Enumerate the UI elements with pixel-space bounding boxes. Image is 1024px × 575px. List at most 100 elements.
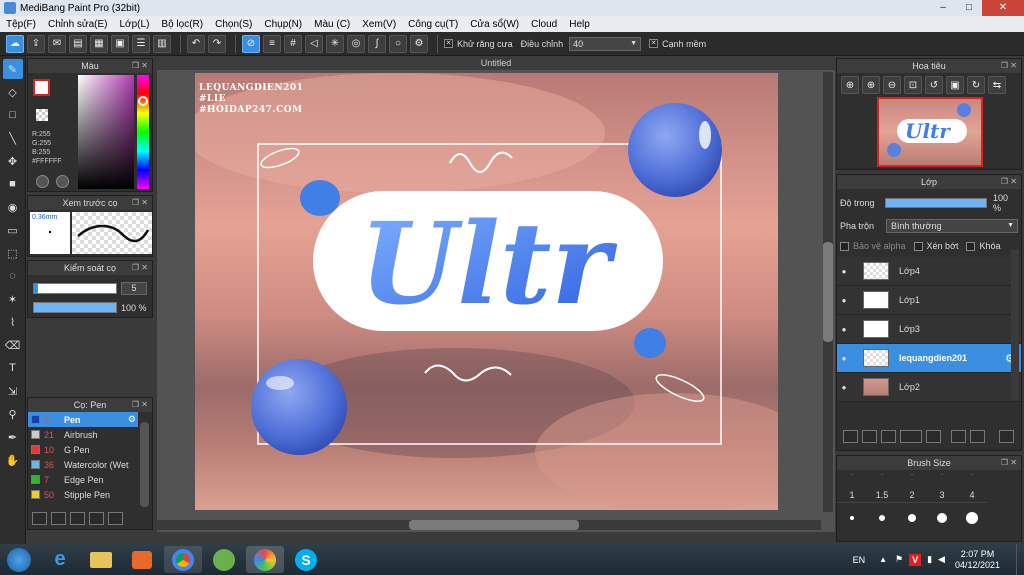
fit-window-icon[interactable]: ▣ — [946, 76, 964, 94]
layer-row[interactable]: ● Lớp2 — [837, 373, 1021, 402]
protect-alpha-checkbox[interactable] — [840, 241, 849, 251]
menu-layer[interactable]: Lớp(L) — [120, 19, 150, 30]
size-dot[interactable]: · — [867, 472, 897, 488]
file-explorer-icon[interactable] — [82, 546, 120, 573]
antialias-checkbox[interactable]: ✕ — [444, 39, 453, 48]
grid-icon[interactable]: ▣ — [111, 34, 129, 53]
soft-edge-checkbox[interactable]: ✕ — [649, 39, 659, 48]
new-halftone-layer-icon[interactable] — [862, 430, 877, 443]
internet-explorer-icon[interactable]: e — [41, 546, 79, 573]
show-desktop-button[interactable] — [1016, 544, 1024, 575]
brush-item[interactable]: 50 Stipple Pen — [28, 487, 138, 502]
eye-icon[interactable]: ● — [837, 296, 851, 305]
fill-rect-tool-icon[interactable]: ■ — [3, 174, 23, 194]
operation-tool-icon[interactable]: ⇲ — [3, 381, 23, 401]
lasso-tool-icon[interactable]: ◌ — [3, 266, 23, 286]
eye-icon[interactable]: ● — [837, 325, 851, 334]
undo-icon[interactable]: ↶ — [187, 34, 205, 53]
layer-list-scrollbar[interactable] — [1011, 250, 1019, 400]
page-icon[interactable]: ▤ — [69, 34, 87, 53]
size-dot[interactable] — [957, 511, 987, 524]
text-tool-icon[interactable]: T — [3, 358, 23, 378]
folder-icon[interactable] — [926, 430, 941, 443]
snap-off-icon[interactable]: ⊘ — [242, 34, 260, 53]
size-dot[interactable] — [927, 512, 957, 523]
select-eraser-tool-icon[interactable]: ⌫ — [3, 335, 23, 355]
skype-icon[interactable]: S — [287, 546, 325, 573]
eye-icon[interactable]: ● — [837, 267, 851, 276]
vertical-scrollbar[interactable] — [823, 72, 833, 512]
new-8bit-layer-icon[interactable] — [881, 430, 896, 443]
brush-menu-icon[interactable] — [70, 512, 85, 525]
brush-size-field[interactable]: 5 — [121, 282, 147, 295]
vietkey-icon[interactable]: V — [909, 553, 922, 566]
trash-icon[interactable] — [999, 430, 1014, 443]
menu-tools[interactable]: Công cụ(T) — [408, 19, 458, 30]
panel-close-icon[interactable]: ❐ ✕ — [1001, 59, 1017, 73]
eye-icon[interactable]: ● — [837, 383, 851, 392]
merge-layer-icon[interactable] — [970, 430, 985, 443]
size-dot[interactable]: · — [927, 472, 957, 488]
zoom-out-icon[interactable]: ⊖ — [883, 76, 901, 94]
language-indicator[interactable]: EN — [853, 555, 866, 565]
copy-brush-icon[interactable] — [89, 512, 104, 525]
zoom-in-icon[interactable]: ⊕ — [862, 76, 880, 94]
actual-size-icon[interactable]: ⊡ — [904, 76, 922, 94]
size-dot[interactable] — [897, 513, 927, 522]
coccoc-icon[interactable] — [205, 546, 243, 573]
layer-row[interactable]: ● Lớp1 — [837, 286, 1021, 315]
menu-file[interactable]: Tệp(F) — [6, 19, 36, 30]
document-icon[interactable]: ▦ — [90, 34, 108, 53]
medibang-icon[interactable] — [246, 546, 284, 573]
new-layer-icon[interactable] — [843, 430, 858, 443]
palette-icon[interactable] — [36, 175, 49, 188]
snap-cross-icon[interactable]: # — [284, 34, 302, 53]
duplicate-layer-icon[interactable] — [951, 430, 966, 443]
cloud-icon[interactable]: ☁ — [6, 34, 24, 53]
primary-color-swatch[interactable] — [33, 79, 50, 96]
navigator-thumbnail[interactable]: Ultr — [877, 97, 983, 167]
size-dot[interactable]: · — [957, 472, 987, 488]
adjust-dropdown[interactable]: 40 ▼ — [569, 36, 642, 51]
snap-parallel-icon[interactable]: ≡ — [263, 34, 281, 53]
snap-radial-icon[interactable]: ✳ — [326, 34, 344, 53]
eye-icon[interactable]: ● — [837, 354, 851, 363]
clock[interactable]: 2:07 PM 04/12/2021 — [955, 549, 1000, 571]
panel-close-icon[interactable]: ❐ ✕ — [132, 261, 148, 275]
hand-tool-icon[interactable]: ✋ — [3, 450, 23, 470]
panel-close-icon[interactable]: ❐ ✕ — [1001, 456, 1017, 470]
network-icon[interactable]: ▮ — [927, 554, 932, 565]
lock-checkbox[interactable] — [966, 241, 976, 251]
menu-view[interactable]: Xem(V) — [362, 19, 396, 30]
size-dot[interactable] — [867, 514, 897, 521]
select-rect-tool-icon[interactable]: ⬚ — [3, 243, 23, 263]
start-button[interactable] — [0, 546, 38, 573]
rotate-left-icon[interactable]: ↺ — [925, 76, 943, 94]
color-wheel-icon[interactable] — [56, 175, 69, 188]
move-tool-icon[interactable]: ✥ — [3, 151, 23, 171]
redo-icon[interactable]: ↷ — [208, 34, 226, 53]
volume-icon[interactable]: ◀ — [938, 554, 945, 565]
menu-cloud[interactable]: Cloud — [531, 19, 557, 30]
menu-help[interactable]: Help — [569, 19, 590, 30]
gear-icon[interactable]: ⚙ — [128, 414, 136, 425]
size-preset[interactable]: 2 — [897, 490, 927, 500]
menu-edit[interactable]: Chỉnh sửa(E) — [48, 19, 108, 30]
clip-checkbox[interactable] — [913, 241, 923, 251]
blend-mode-dropdown[interactable]: Bình thường ▼ — [886, 219, 1018, 233]
brush-list-scrollbar[interactable] — [140, 422, 149, 507]
brush-item[interactable]: 7 Edge Pen — [28, 472, 138, 487]
panel-icon[interactable]: ▥ — [153, 34, 171, 53]
brush-item[interactable]: 21 Airbrush — [28, 427, 138, 442]
menu-filter[interactable]: Bộ lọc(R) — [161, 19, 203, 30]
rotate-right-icon[interactable]: ↻ — [967, 76, 985, 94]
size-preset[interactable]: 4 — [957, 490, 987, 500]
menu-select[interactable]: Chọn(S) — [215, 19, 252, 30]
brush-item[interactable]: 5 Pen ⚙ — [28, 412, 138, 427]
layer-row-selected[interactable]: ● lequangdien201 ⚙ — [837, 344, 1021, 373]
horizontal-scrollbar[interactable] — [157, 520, 821, 530]
layer-row[interactable]: ● Lớp4 — [837, 257, 1021, 286]
dropper-tool-icon[interactable]: ✒ — [3, 427, 23, 447]
snap-curve-icon[interactable]: ∫ — [368, 34, 386, 53]
brush-item[interactable]: 10 G Pen — [28, 442, 138, 457]
